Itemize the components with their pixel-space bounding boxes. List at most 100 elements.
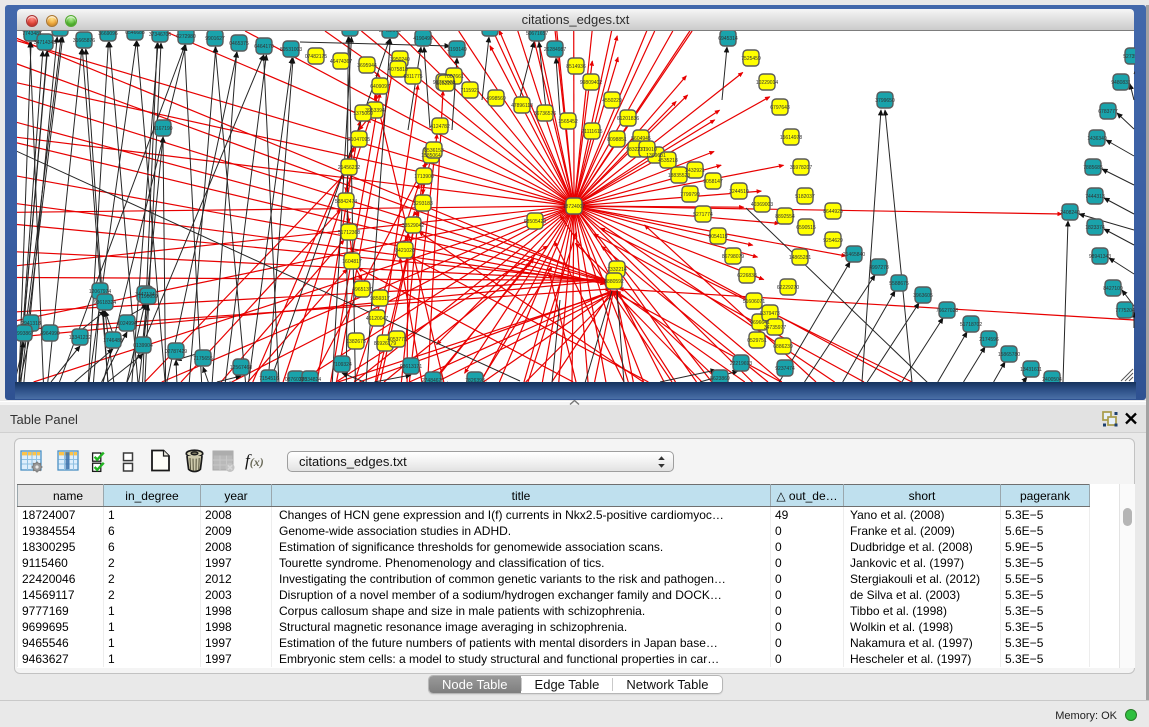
svg-text:8880592: 8880592 (604, 279, 624, 285)
svg-text:14865281: 14865281 (789, 255, 811, 261)
svg-text:6783777: 6783777 (1098, 109, 1118, 115)
svg-text:6409097: 6409097 (370, 84, 390, 90)
svg-text:21456232: 21456232 (338, 165, 360, 171)
svg-text:31665876: 31665876 (73, 38, 95, 44)
svg-text:8514936: 8514936 (566, 64, 586, 70)
svg-text:33529042: 33529042 (402, 223, 424, 229)
svg-text:8427109: 8427109 (1103, 286, 1123, 292)
svg-text:77034824: 77034824 (299, 377, 321, 382)
svg-text:02787429: 02787429 (165, 349, 187, 355)
svg-text:6464170: 6464170 (254, 44, 274, 50)
svg-text:6945314: 6945314 (718, 36, 738, 42)
svg-text:7115921: 7115921 (460, 88, 479, 94)
svg-text:7154516: 7154516 (259, 376, 279, 382)
svg-text:35978207: 35978207 (790, 165, 812, 171)
svg-text:37452991: 37452991 (379, 31, 401, 34)
svg-text:98941343: 98941343 (1089, 254, 1111, 260)
svg-text:7190659: 7190659 (138, 294, 158, 300)
svg-text:0139904: 0139904 (133, 343, 153, 349)
svg-text:2432921: 2432921 (685, 168, 705, 174)
svg-text:21047095: 21047095 (348, 137, 370, 143)
svg-text:9859317: 9859317 (370, 296, 390, 302)
svg-text:5588675: 5588675 (889, 281, 909, 287)
svg-text:3293183: 3293183 (413, 201, 433, 207)
svg-text:9993867: 9993867 (17, 331, 34, 337)
svg-text:1713900: 1713900 (414, 174, 434, 180)
svg-text:18724007: 18724007 (563, 204, 585, 210)
svg-text:0923271: 0923271 (340, 31, 360, 32)
svg-text:5604945: 5604945 (631, 136, 651, 142)
svg-text:50671657: 50671657 (526, 31, 548, 37)
svg-text:36736576: 36736576 (534, 111, 556, 117)
svg-text:15865780: 15865780 (998, 352, 1020, 358)
svg-text:4190496: 4190496 (413, 36, 433, 42)
svg-text:99809402: 99809402 (580, 80, 602, 86)
svg-text:40369003: 40369003 (751, 202, 773, 208)
svg-text:1436349: 1436349 (1087, 136, 1107, 142)
svg-text:0546688: 0546688 (125, 31, 145, 36)
svg-text:7175655: 7175655 (193, 356, 213, 362)
svg-text:8098851: 8098851 (607, 137, 627, 143)
svg-text:4997278: 4997278 (869, 265, 889, 271)
svg-text:34735977: 34735977 (764, 325, 786, 331)
svg-text:3950240: 3950240 (390, 57, 410, 63)
svg-text:4535218: 4535218 (658, 158, 678, 164)
svg-text:3193149: 3193149 (447, 47, 467, 53)
svg-text:2400504: 2400504 (1042, 377, 1062, 382)
svg-text:62229270: 62229270 (777, 285, 799, 291)
svg-text:8644925: 8644925 (823, 209, 843, 215)
svg-text:4998569: 4998569 (486, 96, 506, 102)
svg-text:9480831: 9480831 (1111, 80, 1131, 86)
svg-text:12567468: 12567468 (230, 365, 252, 371)
svg-text:13431611: 13431611 (1020, 367, 1042, 373)
svg-text:86798079: 86798079 (722, 254, 744, 260)
svg-text:80531003: 80531003 (280, 47, 302, 53)
svg-text:8892554: 8892554 (775, 214, 795, 220)
svg-text:51718702: 51718702 (960, 322, 982, 328)
svg-text:0529751: 0529751 (747, 338, 767, 344)
svg-text:4965137: 4965137 (352, 287, 372, 293)
svg-text:08613171: 08613171 (400, 364, 422, 370)
svg-text:10229014: 10229014 (756, 80, 778, 86)
svg-text:5623869: 5623869 (710, 376, 730, 382)
svg-text:3244510: 3244510 (729, 189, 749, 195)
svg-text:8536153: 8536153 (424, 148, 444, 154)
svg-text:8421020: 8421020 (395, 248, 415, 254)
svg-text:1024994: 1024994 (117, 321, 137, 327)
svg-text:6811775: 6811775 (403, 74, 422, 80)
svg-text:3799650: 3799650 (875, 98, 895, 104)
svg-text:7332214: 7332214 (607, 267, 627, 273)
svg-text:4053773: 4053773 (387, 337, 407, 343)
svg-text:61201836: 61201836 (617, 116, 639, 122)
svg-text:58842474: 58842474 (335, 199, 357, 205)
svg-text:9254629: 9254629 (823, 238, 843, 244)
svg-text:0465375: 0465375 (229, 41, 249, 47)
svg-text:2174596: 2174596 (979, 337, 999, 343)
svg-text:4964990: 4964990 (40, 331, 60, 337)
svg-text:2779010: 2779010 (637, 147, 657, 153)
svg-text:68505423: 68505423 (524, 219, 546, 225)
svg-text:7799799: 7799799 (680, 192, 700, 198)
svg-text:1565452: 1565452 (558, 119, 578, 125)
svg-text:7525459: 7525459 (741, 56, 761, 62)
svg-text:8122362: 8122362 (50, 31, 70, 32)
svg-text:3963605: 3963605 (913, 293, 933, 299)
svg-text:93618324: 93618324 (94, 300, 116, 306)
svg-text:3669096: 3669096 (98, 31, 118, 37)
svg-text:1823374: 1823374 (1085, 225, 1105, 231)
svg-text:4075818: 4075818 (388, 67, 408, 73)
svg-text:51606071: 51606071 (743, 299, 765, 305)
svg-text:2941318: 2941318 (21, 321, 41, 327)
svg-text:7885685: 7885685 (1083, 165, 1103, 171)
svg-text:76627028: 76627028 (936, 308, 958, 314)
svg-text:9058651: 9058651 (480, 31, 500, 32)
svg-text:7826398: 7826398 (465, 378, 485, 382)
svg-text:7109324: 7109324 (332, 362, 352, 368)
svg-text:5182037: 5182037 (795, 194, 815, 200)
svg-text:71111615: 71111615 (581, 129, 602, 135)
svg-text:0054119: 0054119 (708, 234, 727, 240)
svg-text:46474367: 46474367 (330, 59, 352, 65)
svg-text:7775204: 7775204 (1115, 308, 1135, 314)
svg-text:9237474: 9237474 (775, 366, 795, 372)
svg-text:7444313: 7444313 (1085, 194, 1105, 200)
